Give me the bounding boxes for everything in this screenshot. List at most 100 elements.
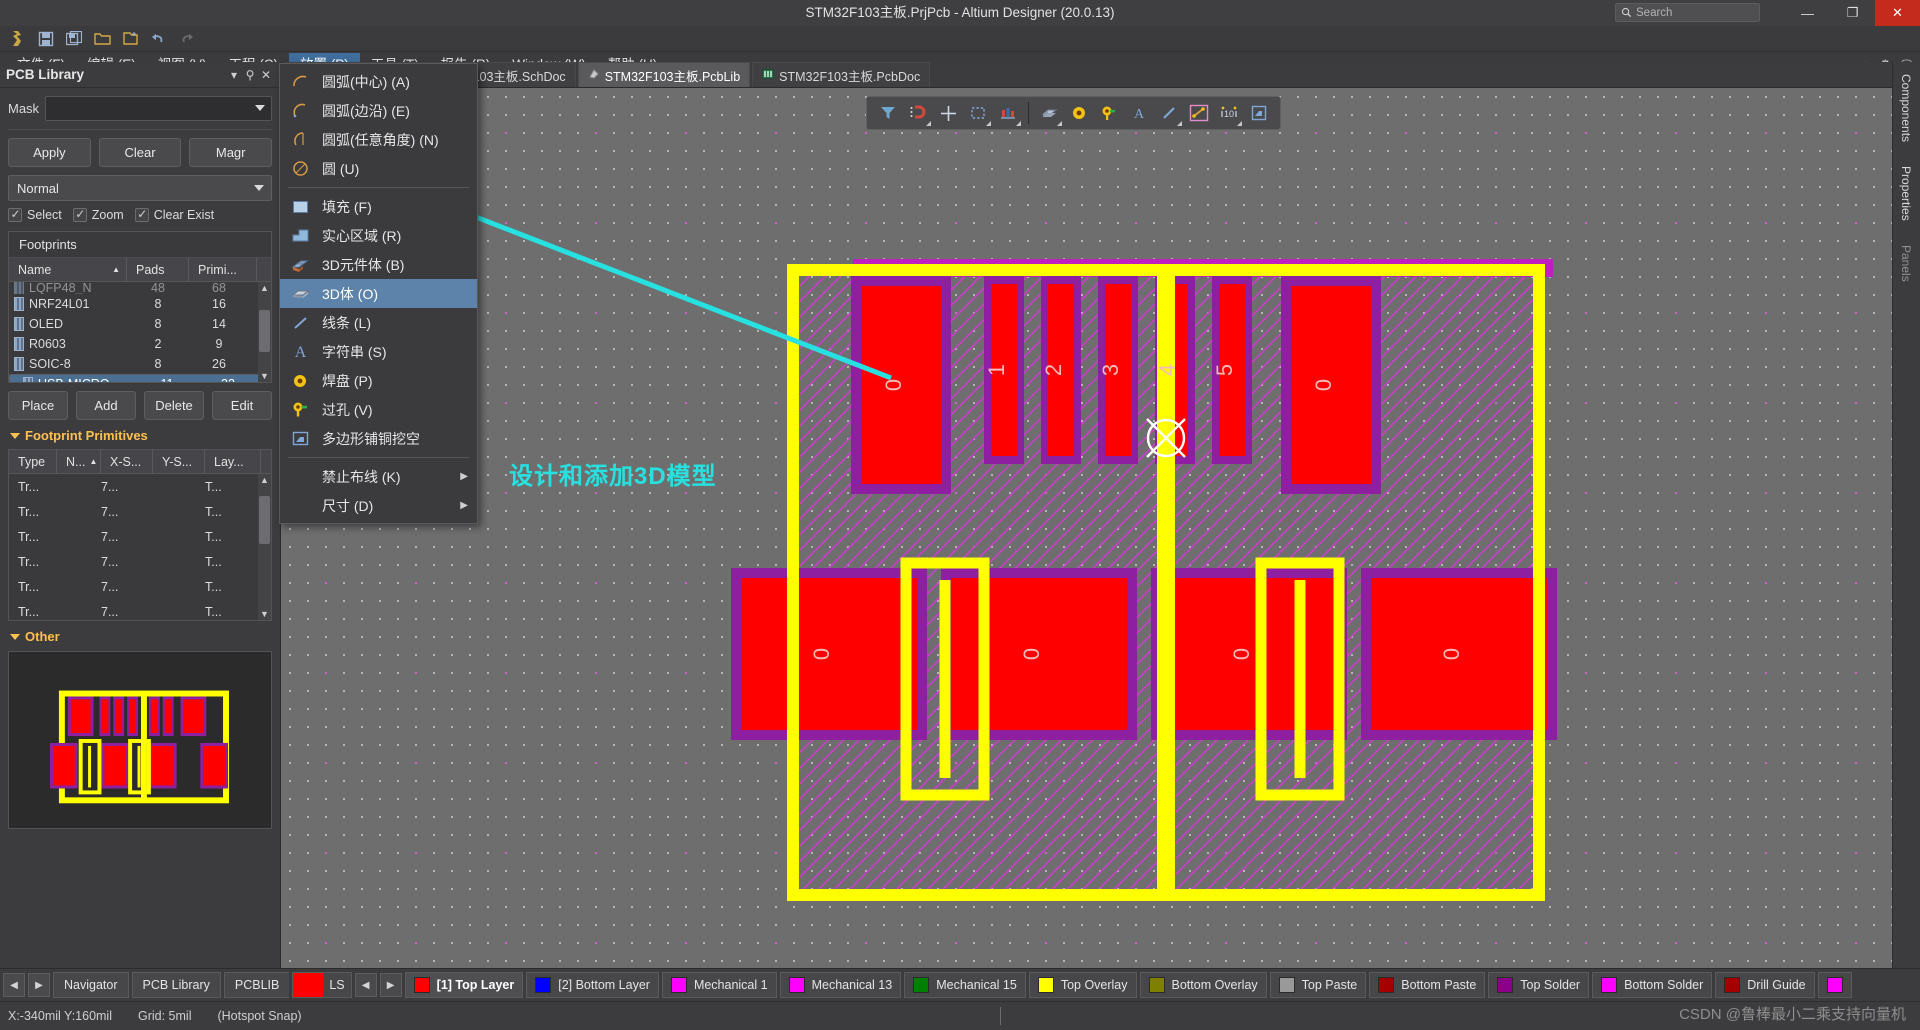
table-row[interactable]: SOIC-8 8 26 <box>9 354 271 374</box>
altium-logo-icon[interactable] <box>5 28 31 50</box>
open-icon[interactable] <box>89 28 115 50</box>
menu-item-arc-center[interactable]: 圆弧(中心) (A) <box>280 67 477 96</box>
scrollbar-thumb[interactable] <box>259 310 270 352</box>
column-header-primitives[interactable]: Primi... <box>189 257 257 282</box>
menu-item-arc-edge[interactable]: 圆弧(边沿) (E) <box>280 96 477 125</box>
menu-item-pad[interactable]: 焊盘 (P) <box>280 366 477 395</box>
filter-icon[interactable] <box>874 99 902 127</box>
layer-tab-mechanical-13[interactable]: Mechanical 13 <box>779 972 902 998</box>
layer-tab-mechanical-15[interactable]: Mechanical 15 <box>904 972 1026 998</box>
save-all-icon[interactable] <box>61 28 87 50</box>
table-row[interactable]: Tr... 7... T... <box>9 499 271 524</box>
scrollbar-thumb[interactable] <box>259 496 270 544</box>
crosshair-icon[interactable] <box>934 99 962 127</box>
menu-item-dimension[interactable]: 尺寸 (D) ▶ <box>280 491 477 520</box>
menu-item-solid-region[interactable]: 实心区域 (R) <box>280 221 477 250</box>
column-header-n[interactable]: N... ▲ <box>57 449 101 474</box>
footprints-scrollbar[interactable]: ▲ ▼ <box>258 282 271 382</box>
place-via-icon[interactable] <box>1095 99 1123 127</box>
tab-pcbdoc[interactable]: STM32F103主板.PcbDoc <box>752 62 931 87</box>
footprint-preview[interactable] <box>8 651 272 829</box>
pcb-canvas[interactable]: 0 1 2 3 4 5 0 0 0 0 0 设计和添加3D模型 S 中 <box>281 88 1892 968</box>
menu-item-keepout[interactable]: 禁止布线 (K) ▶ <box>280 462 477 491</box>
delete-button[interactable]: Delete <box>144 391 204 420</box>
table-row[interactable]: Tr... 7... T... <box>9 549 271 574</box>
layer-stack-icon[interactable] <box>994 99 1022 127</box>
magnet-snap-icon[interactable] <box>904 99 932 127</box>
scroll-down-arrow-icon[interactable]: ▼ <box>259 370 270 382</box>
place-3d-body-icon[interactable] <box>1035 99 1063 127</box>
column-header-type[interactable]: Type <box>9 449 57 474</box>
menu-item-via[interactable]: 过孔 (V) <box>280 395 477 424</box>
apply-button[interactable]: Apply <box>8 138 91 167</box>
scroll-up-arrow-icon[interactable]: ▲ <box>259 282 270 294</box>
open-project-icon[interactable] <box>117 28 143 50</box>
checkbox-clear-existing[interactable]: Clear Exist <box>134 207 214 222</box>
scroll-up-arrow-icon[interactable]: ▲ <box>259 474 270 486</box>
maximize-button[interactable]: ❐ <box>1830 0 1875 26</box>
place-dimension-icon[interactable]: 10 <box>1215 99 1243 127</box>
layer-nav-prev-button[interactable]: ◀ <box>354 973 377 997</box>
mask-input[interactable] <box>45 96 272 121</box>
column-header-layer[interactable]: Lay... <box>205 449 261 474</box>
menu-item-arc-any-angle[interactable]: 圆弧(任意角度) (N) <box>280 125 477 154</box>
layer-tab-top-layer[interactable]: [1] Top Layer <box>404 972 524 998</box>
column-header-name[interactable]: Name ▲ <box>9 257 127 282</box>
add-button[interactable]: Add <box>76 391 136 420</box>
pin-icon[interactable]: ⚲ <box>242 68 258 82</box>
layer-tab-bottom-solder[interactable]: Bottom Solder <box>1592 972 1713 998</box>
table-row[interactable]: LQFP48_N 48 68 <box>9 282 271 294</box>
panel-tab-components[interactable]: Components <box>1893 62 1919 154</box>
magnify-button[interactable]: Magr <box>189 138 273 167</box>
layer-tab-bottom-overlay[interactable]: Bottom Overlay <box>1139 972 1267 998</box>
layer-nav-next-button[interactable]: ▶ <box>379 973 402 997</box>
table-row[interactable]: Tr... 7... T... <box>9 599 271 620</box>
table-row[interactable]: Tr... 7... T... <box>9 524 271 549</box>
place-line-icon[interactable] <box>1155 99 1183 127</box>
layer-tab-mechanical-1[interactable]: Mechanical 1 <box>661 972 777 998</box>
menu-item-string[interactable]: A 字符串 (S) <box>280 337 477 366</box>
panel-tab-properties[interactable]: Properties <box>1893 154 1919 233</box>
checkbox-zoom[interactable]: Zoom <box>72 207 124 222</box>
footprint-primitives-group-header[interactable]: Footprint Primitives <box>10 428 272 443</box>
menu-item-circle[interactable]: 圆 (U) <box>280 154 477 183</box>
place-polygon-icon[interactable] <box>1245 99 1273 127</box>
other-group-header[interactable]: Other <box>10 629 272 644</box>
column-header-xsize[interactable]: X-S... <box>101 449 153 474</box>
table-row[interactable]: Tr... 7... T... <box>9 474 271 499</box>
column-header-ysize[interactable]: Y-S... <box>153 449 205 474</box>
close-button[interactable]: ✕ <box>1875 0 1920 26</box>
table-row[interactable]: R0603 2 9 <box>9 334 271 354</box>
save-icon[interactable] <box>33 28 59 50</box>
close-icon[interactable]: ✕ <box>258 68 274 82</box>
panel-nav-next-button[interactable]: ▶ <box>28 973 50 997</box>
layer-tab-top-overlay[interactable]: Top Overlay <box>1028 972 1137 998</box>
panel-tab-panels[interactable]: Panels <box>1893 233 1919 294</box>
menu-item-polygon-cutout[interactable]: 多边形铺铜挖空 <box>280 424 477 453</box>
layer-tab-top-solder[interactable]: Top Solder <box>1488 972 1590 998</box>
undo-icon[interactable] <box>145 28 171 50</box>
table-row[interactable]: NRF24L01 8 16 <box>9 294 271 314</box>
search-box[interactable]: Search <box>1615 3 1760 22</box>
select-area-icon[interactable] <box>964 99 992 127</box>
primitives-rows[interactable]: Tr... 7... T... Tr... 7... T... Tr... 7.… <box>9 474 271 620</box>
place-track-icon[interactable] <box>1185 99 1213 127</box>
tab-pcblib[interactable]: STM32F103主板.PcbLib <box>577 62 751 87</box>
footprints-rows[interactable]: LQFP48_N 48 68 NRF24L01 8 16 OLED 8 14 R… <box>9 282 271 382</box>
layer-tab-drill-guide[interactable]: Drill Guide <box>1715 972 1815 998</box>
edit-button[interactable]: Edit <box>212 391 272 420</box>
menu-item-3d-component-body[interactable]: 3D元件体 (B) <box>280 250 477 279</box>
layer-tab-bottom-paste[interactable]: Bottom Paste <box>1369 972 1486 998</box>
layer-tab-top-paste[interactable]: Top Paste <box>1269 972 1367 998</box>
layer-color-selector[interactable]: LS <box>292 972 352 998</box>
menu-item-3d-body[interactable]: 3D体 (O) <box>280 279 477 308</box>
panel-nav-prev-button[interactable]: ◀ <box>3 973 25 997</box>
panel-tab-pcb-library[interactable]: PCB Library <box>131 972 221 998</box>
menu-item-fill[interactable]: 填充 (F) <box>280 192 477 221</box>
mode-select[interactable]: Normal <box>8 175 272 201</box>
place-button[interactable]: Place <box>8 391 68 420</box>
table-row[interactable]: Tr... 7... T... <box>9 574 271 599</box>
place-string-icon[interactable]: A <box>1125 99 1153 127</box>
minimize-button[interactable]: — <box>1785 0 1830 26</box>
layer-tab-extra[interactable] <box>1817 972 1852 998</box>
